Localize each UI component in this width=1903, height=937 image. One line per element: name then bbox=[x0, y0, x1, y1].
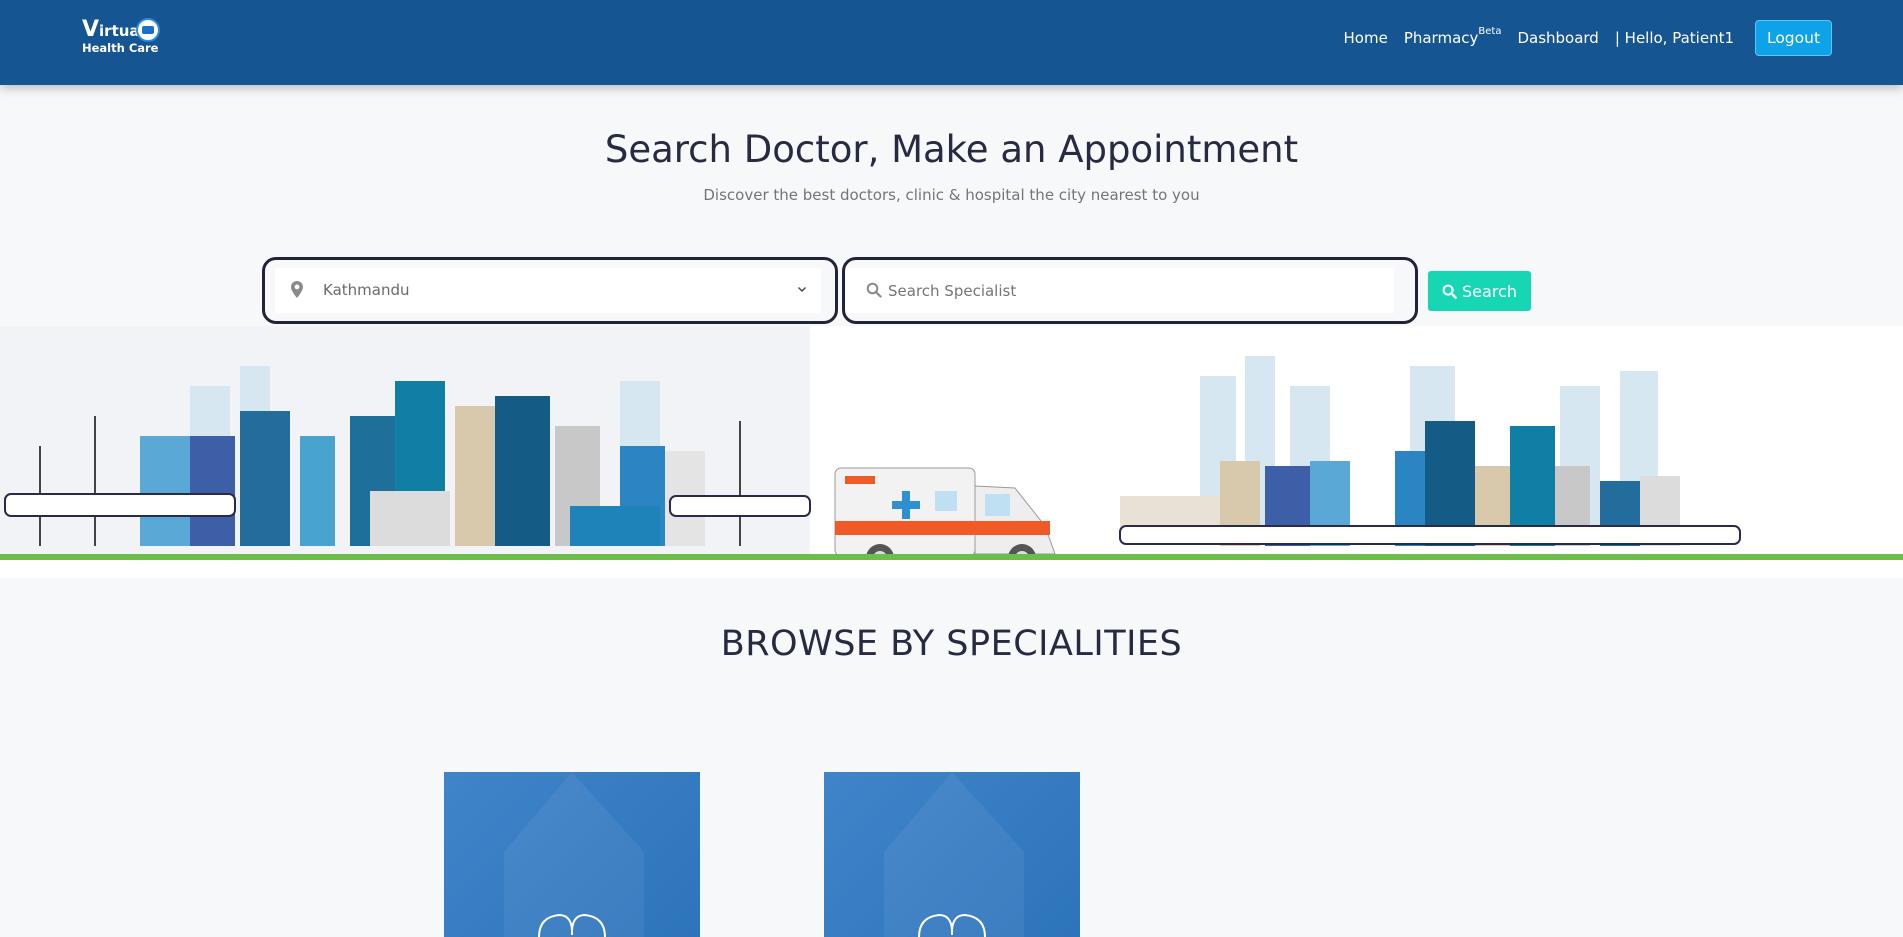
kidney-icon bbox=[884, 772, 1024, 937]
specialist-search-input[interactable] bbox=[888, 268, 1378, 313]
nav-links: Home PharmacyBeta Dashboard | Hello, Pat… bbox=[1328, 20, 1832, 56]
nav-dashboard-link[interactable]: Dashboard bbox=[1517, 29, 1598, 47]
specialist-search-wrapper bbox=[842, 257, 1418, 324]
specialist-search-field bbox=[846, 268, 1394, 313]
location-select-value: Kathmandu bbox=[323, 281, 410, 299]
logout-button[interactable]: Logout bbox=[1755, 20, 1832, 56]
navbar: Virtual Health Care Home PharmacyBeta Da… bbox=[0, 0, 1903, 85]
kidney-icon bbox=[504, 772, 644, 937]
location-pin-icon bbox=[291, 281, 303, 298]
search-button-label: Search bbox=[1462, 281, 1517, 301]
search-icon bbox=[1442, 284, 1457, 299]
nav-pharmacy-beta-badge: Beta bbox=[1478, 26, 1502, 37]
city-skyline-image bbox=[0, 326, 1903, 578]
nav-home-link[interactable]: Home bbox=[1344, 29, 1388, 47]
city-banner-illustration bbox=[0, 326, 1903, 578]
chevron-down-icon bbox=[798, 287, 806, 292]
logo-initial: V bbox=[82, 17, 100, 42]
specialities-heading: BROWSE BY SPECIALITIES bbox=[720, 624, 1183, 664]
logo-badge-icon bbox=[136, 18, 160, 42]
search-button[interactable]: Search bbox=[1428, 271, 1531, 311]
page-title: Search Doctor, Make an Appointment bbox=[604, 128, 1299, 171]
nav-pharmacy-label: Pharmacy bbox=[1403, 29, 1479, 47]
search-icon bbox=[866, 282, 882, 298]
location-select[interactable]: Kathmandu bbox=[275, 268, 821, 313]
page-subtitle: Discover the best doctors, clinic & hosp… bbox=[703, 186, 1200, 204]
speciality-card[interactable] bbox=[824, 772, 1080, 937]
logo-line2: Health Care bbox=[82, 41, 159, 55]
site-logo[interactable]: Virtual Health Care bbox=[82, 17, 166, 57]
nav-pharmacy-link[interactable]: PharmacyBeta bbox=[1403, 26, 1502, 47]
speciality-card[interactable] bbox=[444, 772, 700, 937]
location-select-wrapper: Kathmandu bbox=[262, 257, 838, 324]
user-greeting: | Hello, Patient1 bbox=[1614, 29, 1734, 47]
